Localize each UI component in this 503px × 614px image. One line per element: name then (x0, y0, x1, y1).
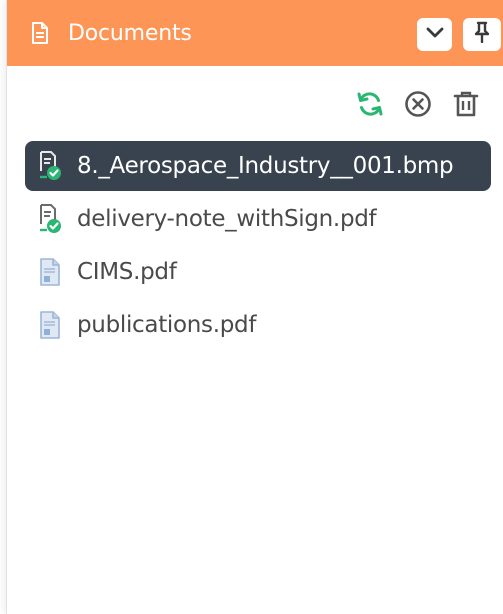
signed-document-icon (38, 151, 62, 181)
document-list: 8._Aerospace_Industry__001.bmp delivery-… (25, 141, 491, 353)
close-circle-icon (404, 90, 432, 123)
panel-title: Documents (68, 21, 192, 46)
documents-panel: Documents 8._Aerospace_Industry__001.bmp… (6, 0, 503, 614)
signed-document-icon (38, 204, 62, 234)
chevron-down-icon (426, 26, 444, 44)
panel-header: Documents (7, 0, 503, 66)
file-name: CIMS.pdf (77, 259, 177, 285)
list-item[interactable]: CIMS.pdf (25, 247, 491, 297)
file-name: delivery-note_withSign.pdf (77, 206, 377, 232)
document-icon (31, 22, 49, 44)
trash-icon (453, 90, 479, 123)
refresh-icon (356, 90, 384, 123)
file-name: 8._Aerospace_Industry__001.bmp (77, 153, 454, 179)
list-item[interactable]: 8._Aerospace_Industry__001.bmp (25, 141, 491, 191)
file-icon (38, 310, 62, 340)
pin-button[interactable] (463, 18, 501, 51)
file-name: publications.pdf (77, 312, 257, 338)
list-item[interactable]: publications.pdf (25, 300, 491, 350)
pin-icon (474, 21, 490, 48)
collapse-button[interactable] (417, 18, 452, 51)
file-icon (38, 257, 62, 287)
delete-button[interactable] (451, 91, 481, 121)
list-item[interactable]: delivery-note_withSign.pdf (25, 194, 491, 244)
close-button[interactable] (403, 90, 433, 123)
refresh-button[interactable] (355, 91, 385, 121)
document-toolbar (355, 90, 481, 122)
